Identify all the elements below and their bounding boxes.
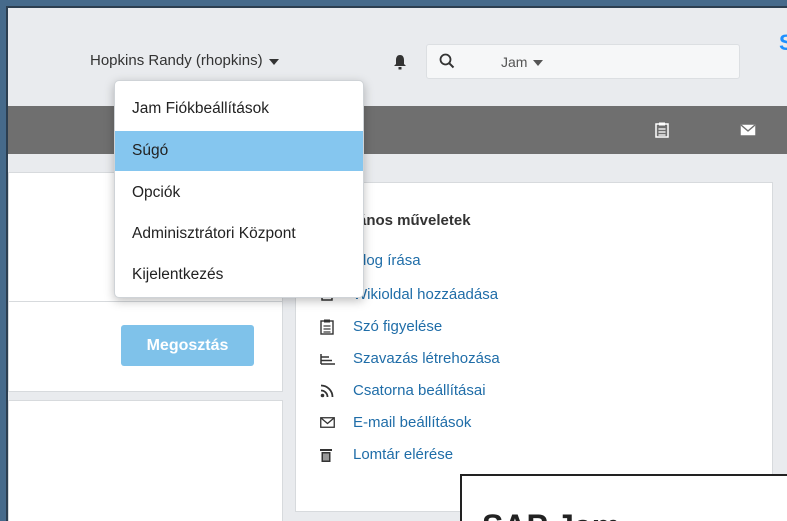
action-label: Wikioldal hozzáadása [353,286,499,303]
trash-icon [320,448,342,462]
menu-item-label: Opciók [132,184,181,201]
user-menu[interactable]: Hopkins Randy (rhopkins) [90,52,279,69]
envelope-icon[interactable] [740,124,756,136]
chevron-down-icon [533,60,544,66]
menu-item-help[interactable]: Súgó [115,131,363,171]
search-bar[interactable]: Jam [426,44,740,79]
divider [9,301,282,302]
action-watch-word[interactable]: Szó figyelése [320,318,442,335]
action-feed-settings[interactable]: Csatorna beállításai [320,382,486,399]
share-button[interactable]: Megosztás [121,325,254,366]
action-email-settings[interactable]: E-mail beállítások [320,414,471,431]
action-label: Lomtár elérése [353,446,454,463]
user-name: Hopkins Randy (rhopkins) [90,52,263,69]
chevron-down-icon [268,58,279,65]
app-window: Hopkins Randy (rhopkins) Jam S [6,6,787,521]
action-label: Szavazás létrehozása [353,350,500,367]
user-dropdown-menu: Jam Fiókbeállítások Súgó Opciók Adminisz… [114,80,364,298]
poll-icon [320,353,342,365]
action-open-trash[interactable]: Lomtár elérése [320,446,453,463]
action-label: Szó figyelése [353,318,443,335]
search-scope-label: Jam [501,54,528,70]
clipboard-icon [320,319,342,335]
sap-jam-popup: SAP Jam [460,474,787,521]
action-label: Csatorna beállításai [353,382,486,399]
search-scope-select[interactable]: Jam [501,54,544,70]
menu-item-logout[interactable]: Kijelentkezés [115,255,363,295]
menu-item-account-settings[interactable]: Jam Fiókbeállítások [115,89,363,129]
brand-logo: S [779,30,787,56]
rss-icon [320,384,342,398]
menu-item-options[interactable]: Opciók [115,173,363,213]
menu-item-admin-center[interactable]: Adminisztrátori Központ [115,214,363,254]
menu-item-label: Súgó [132,142,169,159]
general-actions-title: ános műveletek [358,212,471,229]
menu-item-label: Jam Fiókbeállítások [132,100,269,117]
feed-panel [8,400,283,521]
clipboard-icon[interactable] [655,122,669,138]
envelope-icon [320,417,342,428]
popup-title: SAP Jam [482,508,620,521]
action-label: E-mail beállítások [353,414,472,431]
search-icon [439,53,455,69]
action-create-poll[interactable]: Szavazás létrehozása [320,350,500,367]
menu-item-label: Kijelentkezés [132,266,224,283]
bell-icon[interactable] [393,54,407,70]
menu-item-label: Adminisztrátori Központ [132,225,296,242]
